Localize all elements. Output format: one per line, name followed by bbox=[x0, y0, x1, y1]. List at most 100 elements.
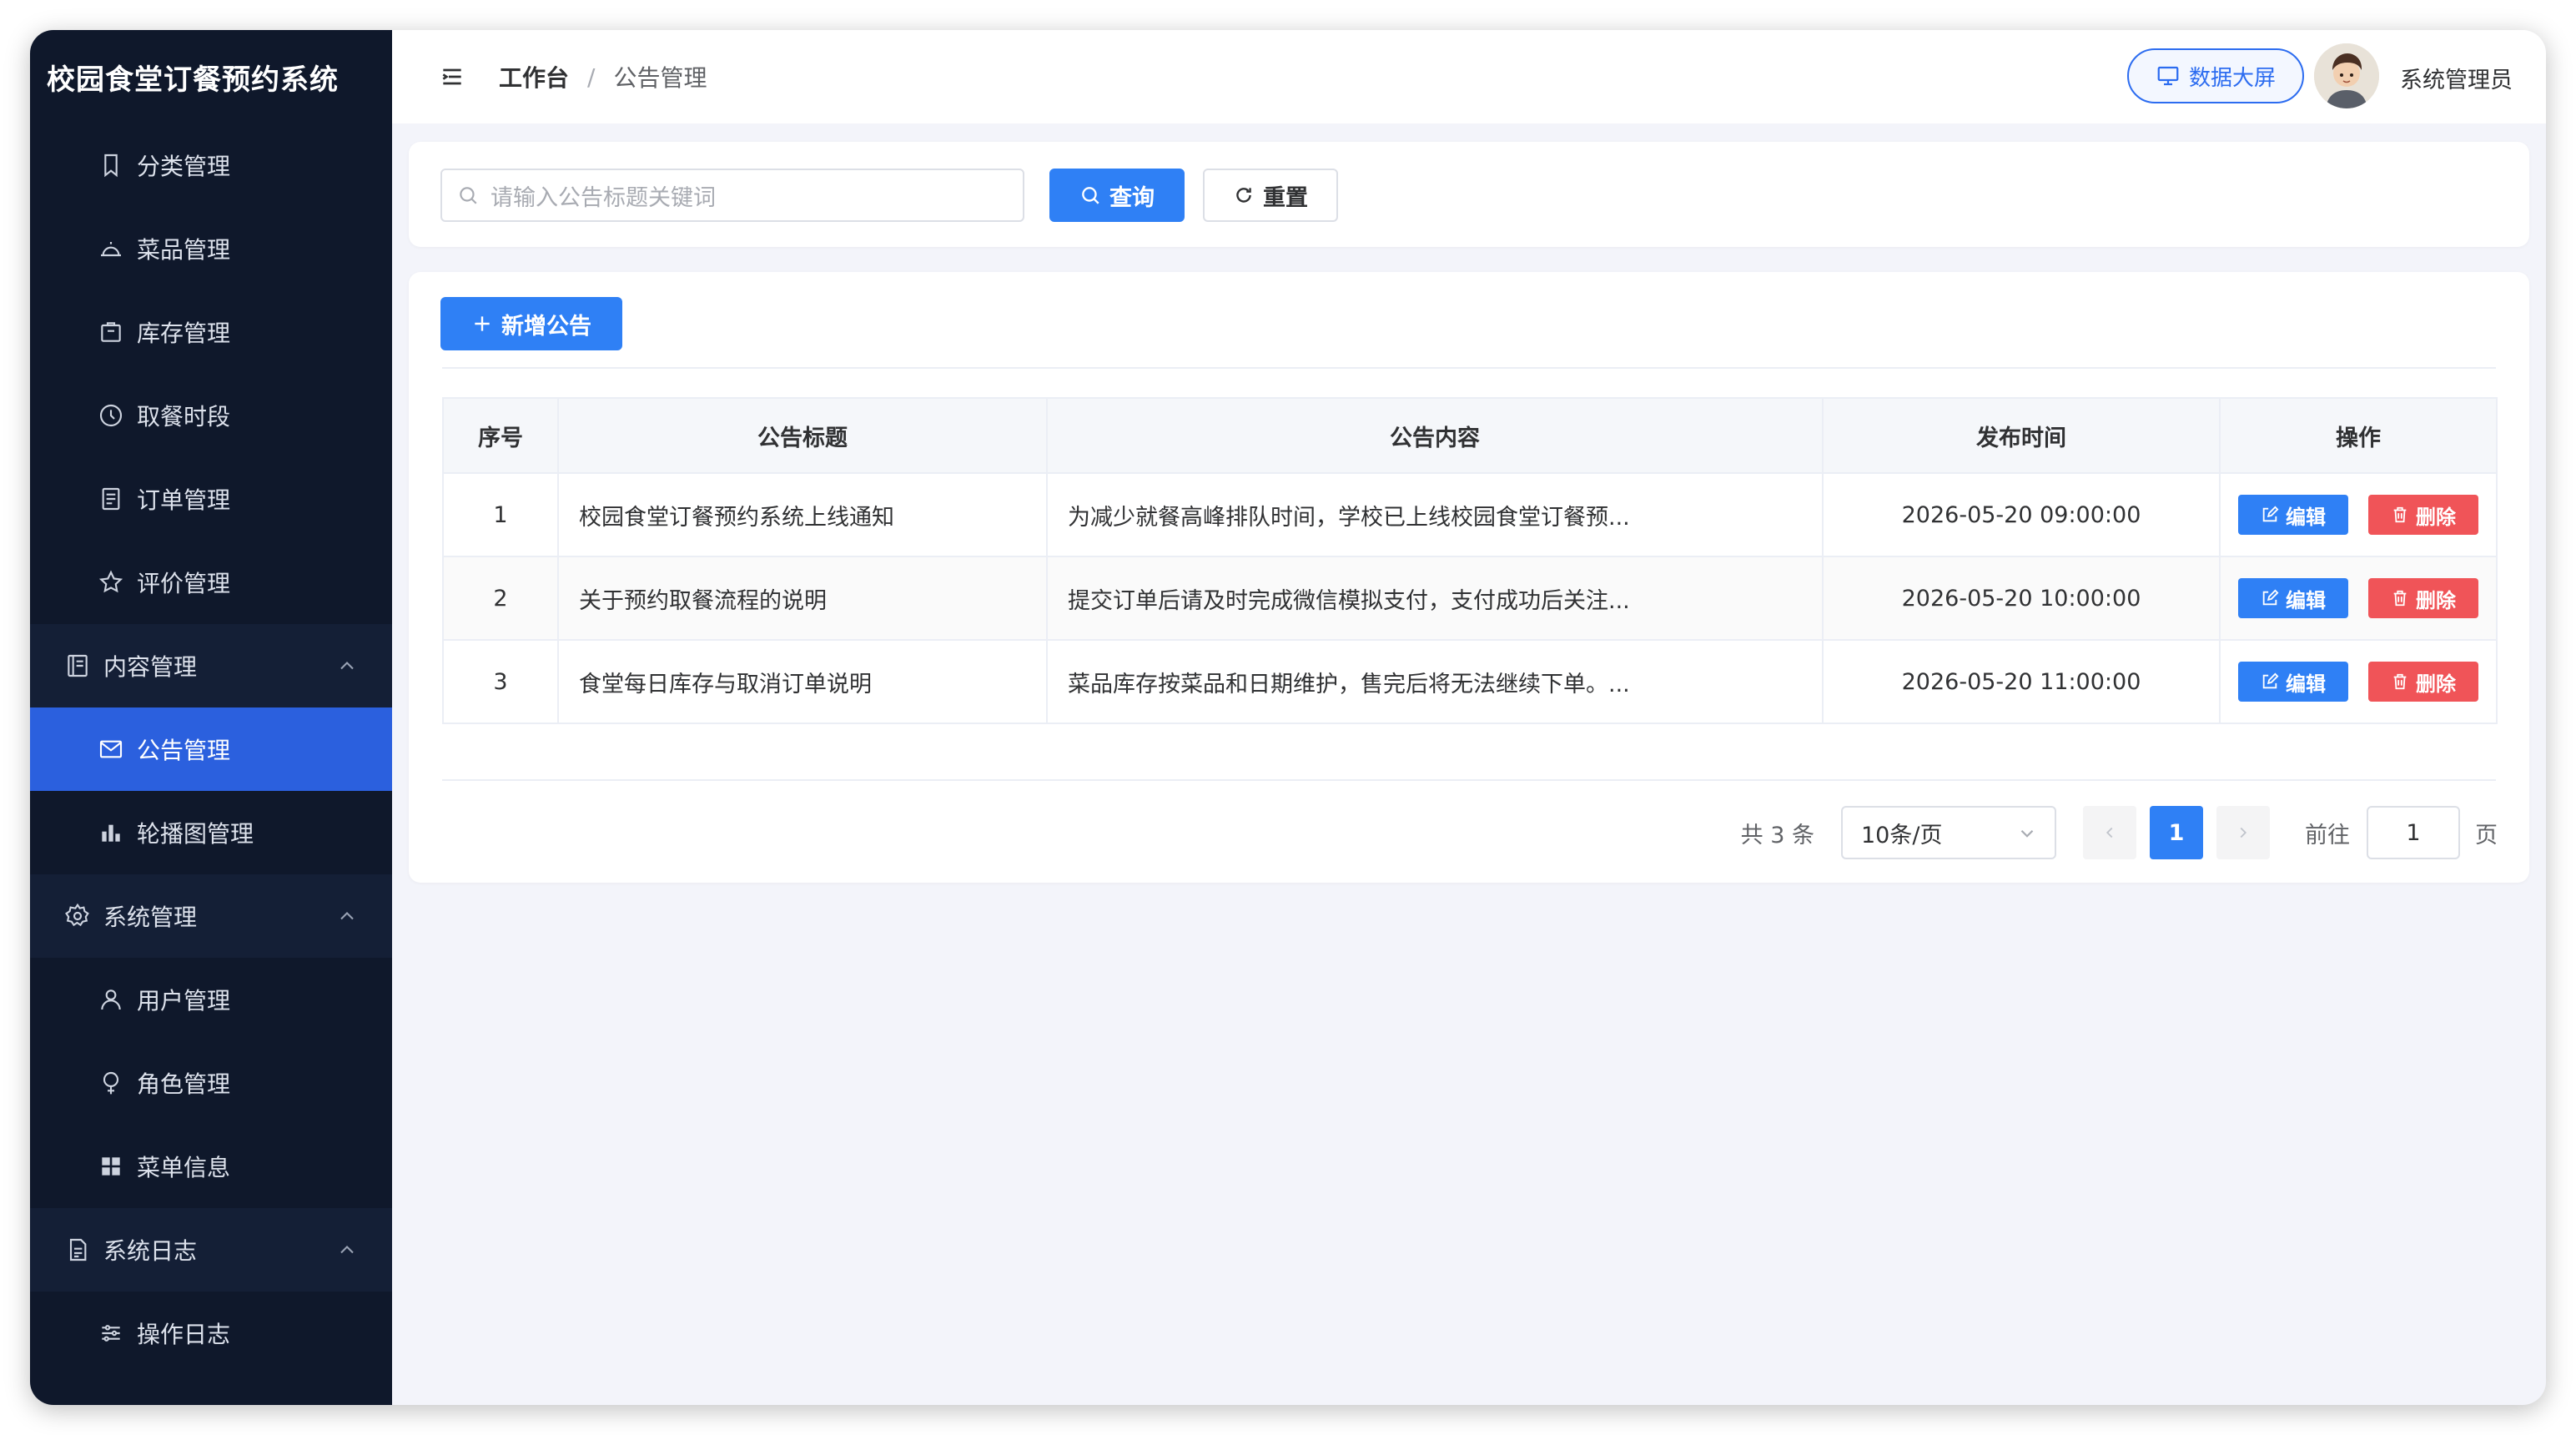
page-unit-label: 页 bbox=[2475, 822, 2498, 848]
bar-chart-icon bbox=[97, 818, 125, 847]
app-window: 校园食堂订餐预约系统 分类管理 菜品管理 库存管理 取餐时段 订单管理 评价管理… bbox=[30, 30, 2546, 1405]
column-header: 公告内容 bbox=[1046, 397, 1824, 474]
announcement-table: 序号 公告标题 公告内容 发布时间 操作 1 校园食堂订餐预约系统上线通知 为减… bbox=[442, 397, 2498, 724]
female-icon bbox=[97, 1069, 125, 1097]
edit-icon bbox=[2262, 506, 2279, 522]
cell-title: 校园食堂订餐预约系统上线通知 bbox=[557, 472, 1048, 557]
delete-button[interactable]: 删除 bbox=[2368, 662, 2478, 702]
goto-page-input[interactable]: 1 bbox=[2367, 806, 2460, 859]
avatar[interactable] bbox=[2314, 43, 2379, 108]
sidebar-item-users[interactable]: 用户管理 bbox=[30, 958, 392, 1041]
cell-actions: 编辑 删除 bbox=[2219, 639, 2498, 724]
cell-index: 3 bbox=[442, 639, 559, 724]
sidebar-item-label: 菜品管理 bbox=[137, 236, 231, 264]
chevron-right-icon bbox=[2240, 827, 2247, 838]
reset-button[interactable]: 重置 bbox=[1203, 169, 1338, 222]
sidebar-group-content[interactable]: 内容管理 bbox=[30, 624, 392, 707]
column-header: 发布时间 bbox=[1822, 397, 2221, 474]
data-screen-label: 数据大屏 bbox=[2188, 65, 2276, 91]
message-icon bbox=[97, 735, 125, 763]
query-button[interactable]: 查询 bbox=[1049, 169, 1185, 222]
username[interactable]: 系统管理员 bbox=[2400, 62, 2513, 94]
sidebar-group-label: 内容管理 bbox=[103, 653, 198, 681]
sidebar-item-dishes[interactable]: 菜品管理 bbox=[30, 207, 392, 290]
edit-icon bbox=[2262, 589, 2279, 606]
sidebar-group-logs[interactable]: 系统日志 bbox=[30, 1208, 392, 1292]
edit-button[interactable]: 编辑 bbox=[2238, 495, 2348, 535]
search-icon bbox=[460, 187, 477, 204]
chevron-down-icon bbox=[2020, 829, 2034, 838]
page-number-button[interactable]: 1 bbox=[2150, 806, 2203, 859]
search-icon bbox=[1082, 187, 1099, 204]
cell-title: 食堂每日库存与取消订单说明 bbox=[557, 639, 1048, 724]
file-icon bbox=[63, 1236, 92, 1264]
sidebar-item-label: 分类管理 bbox=[137, 153, 231, 180]
sidebar-item-category[interactable]: 分类管理 bbox=[30, 123, 392, 207]
edit-button[interactable]: 编辑 bbox=[2238, 578, 2348, 618]
pagination-total: 共 3 条 bbox=[1740, 822, 1814, 848]
table-row: 2 关于预约取餐流程的说明 提交订单后请及时完成微信模拟支付，支付成功后关注..… bbox=[442, 556, 2498, 641]
cell-content: 提交订单后请及时完成微信模拟支付，支付成功后关注... bbox=[1046, 556, 1824, 641]
dish-icon bbox=[97, 234, 125, 263]
sidebar-item-pickup-time[interactable]: 取餐时段 bbox=[30, 374, 392, 457]
trash-icon bbox=[2393, 590, 2407, 607]
monitor-icon bbox=[2157, 66, 2179, 86]
top-header: 工作台 / 公告管理 数据大屏 系统管理员 bbox=[392, 30, 2546, 123]
grid-icon bbox=[97, 1152, 125, 1181]
sidebar-item-label: 角色管理 bbox=[137, 1070, 231, 1098]
menu-fold-icon[interactable] bbox=[439, 63, 465, 90]
sidebar-item-inventory[interactable]: 库存管理 bbox=[30, 290, 392, 374]
delete-label: 删除 bbox=[2416, 672, 2456, 696]
column-header: 序号 bbox=[442, 397, 559, 474]
sidebar-item-orders[interactable]: 订单管理 bbox=[30, 457, 392, 541]
app-title: 校园食堂订餐预约系统 bbox=[47, 63, 339, 97]
breadcrumb-home[interactable]: 工作台 bbox=[499, 60, 569, 93]
column-header: 操作 bbox=[2219, 397, 2498, 474]
operation-icon bbox=[97, 1319, 125, 1347]
sidebar-item-reviews[interactable]: 评价管理 bbox=[30, 541, 392, 624]
delete-button[interactable]: 删除 bbox=[2368, 578, 2478, 618]
bookmark-icon bbox=[97, 151, 125, 179]
prev-page-button[interactable] bbox=[2083, 806, 2136, 859]
chevron-up-icon bbox=[335, 1238, 359, 1261]
add-announcement-button[interactable]: 新增公告 bbox=[440, 297, 622, 350]
table-row: 1 校园食堂订餐预约系统上线通知 为减少就餐高峰排队时间，学校已上线校园食堂订餐… bbox=[442, 472, 2498, 557]
box-icon bbox=[97, 318, 125, 346]
sidebar-item-menus[interactable]: 菜单信息 bbox=[30, 1125, 392, 1208]
cell-time: 2026-05-20 10:00:00 bbox=[1822, 556, 2221, 641]
sidebar-item-operation-log[interactable]: 操作日志 bbox=[30, 1292, 392, 1375]
chevron-up-icon bbox=[335, 654, 359, 677]
edit-label: 编辑 bbox=[2286, 505, 2326, 529]
sidebar-group-label: 系统管理 bbox=[103, 904, 198, 931]
sidebar-item-roles[interactable]: 角色管理 bbox=[30, 1041, 392, 1125]
refresh-icon bbox=[1236, 188, 1251, 203]
trash-icon bbox=[2393, 673, 2407, 690]
table-header-row: 序号 公告标题 公告内容 发布时间 操作 bbox=[442, 397, 2498, 474]
edit-button[interactable]: 编辑 bbox=[2238, 662, 2348, 702]
cell-actions: 编辑 删除 bbox=[2219, 556, 2498, 641]
table-row: 3 食堂每日库存与取消订单说明 菜品库存按菜品和日期维护，售完后将无法继续下单。… bbox=[442, 639, 2498, 724]
column-header: 公告标题 bbox=[557, 397, 1048, 474]
sidebar-item-label: 评价管理 bbox=[137, 570, 231, 597]
trash-icon bbox=[2393, 506, 2407, 523]
search-input[interactable]: 请输入公告标题关键词 bbox=[440, 169, 1024, 222]
sidebar-item-carousel[interactable]: 轮播图管理 bbox=[30, 791, 392, 874]
search-placeholder: 请输入公告标题关键词 bbox=[491, 184, 716, 211]
sidebar-item-label: 轮播图管理 bbox=[137, 820, 254, 848]
sidebar-item-label: 取餐时段 bbox=[137, 403, 231, 430]
delete-button[interactable]: 删除 bbox=[2368, 495, 2478, 535]
cell-title: 关于预约取餐流程的说明 bbox=[557, 556, 1048, 641]
page-size-select[interactable]: 10条/页 bbox=[1841, 806, 2056, 859]
goto-label: 前往 bbox=[2305, 822, 2350, 848]
sidebar-group-label: 系统日志 bbox=[103, 1237, 198, 1265]
sidebar: 校园食堂订餐预约系统 分类管理 菜品管理 库存管理 取餐时段 订单管理 评价管理… bbox=[30, 30, 392, 1405]
sidebar-item-label: 公告管理 bbox=[137, 737, 231, 764]
star-icon bbox=[97, 568, 125, 597]
data-screen-button[interactable]: 数据大屏 bbox=[2127, 48, 2304, 103]
next-page-button[interactable] bbox=[2216, 806, 2270, 859]
divider bbox=[442, 367, 2496, 369]
sidebar-group-system[interactable]: 系统管理 bbox=[30, 874, 392, 958]
cell-content: 为减少就餐高峰排队时间，学校已上线校园食堂订餐预... bbox=[1046, 472, 1824, 557]
sidebar-item-announcements[interactable]: 公告管理 bbox=[30, 707, 392, 791]
notebook-icon bbox=[63, 652, 92, 680]
